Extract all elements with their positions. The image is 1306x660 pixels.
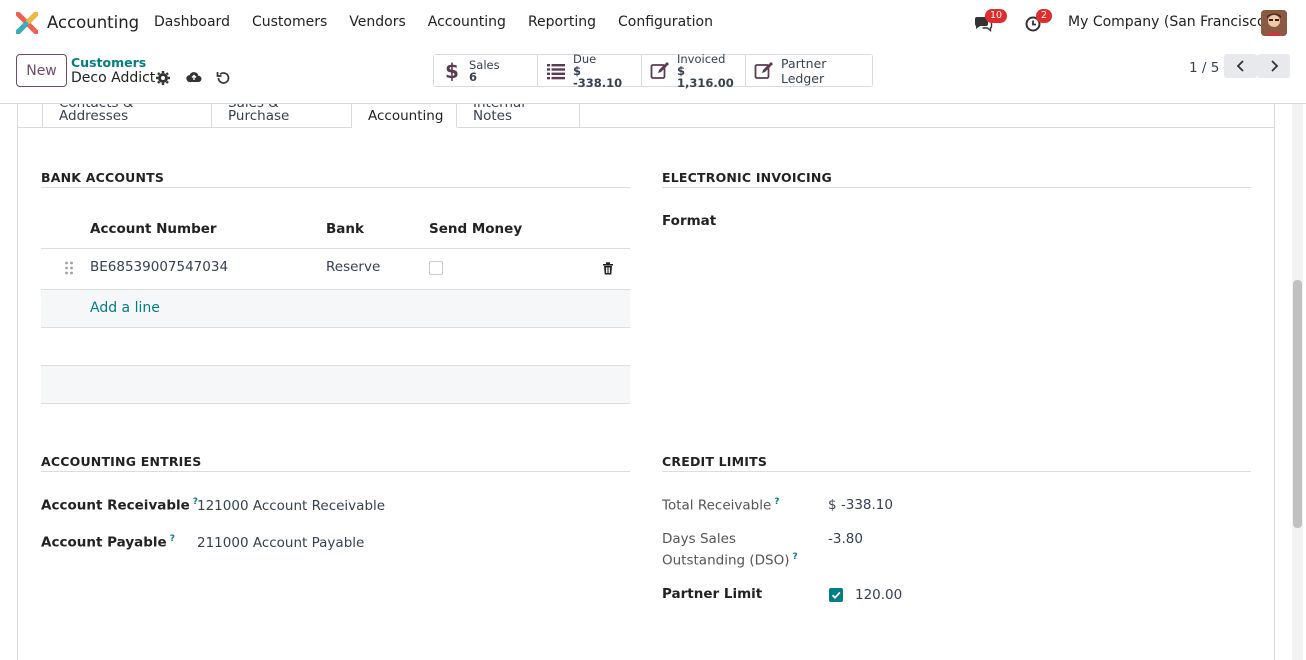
table-row-line [41,403,630,404]
electronic-invoicing-title: ELECTRONIC INVOICING [662,170,833,185]
table-row-line [41,327,630,328]
invoiced-label: Invoiced [677,51,726,66]
chevron-left-icon [1236,60,1244,72]
total-receivable-label: Total Receivable? [662,497,780,514]
form-sheet: Contacts & Addresses Sales & Purchase Ac… [17,104,1275,660]
bank-accounts-title: BANK ACCOUNTS [41,170,165,185]
credit-limits-rule [662,471,1251,472]
due-amount: $ -338.10 [573,63,623,90]
tab-sales-purchase[interactable]: Sales & Purchase [212,104,352,128]
control-panel: New Customers Deco Addict $ Sales 6 Due … [0,46,1306,104]
discard-undo-icon[interactable] [215,70,231,86]
total-receivable-label-text: Total Receivable [662,497,772,514]
list-icon [547,63,565,79]
activities-button[interactable]: 2 [1024,9,1053,33]
trash-icon[interactable] [602,262,614,275]
tab-accounting-label: Accounting [368,108,444,124]
tab-sales-label: Sales & Purchase [228,104,290,124]
gear-icon[interactable] [155,70,171,86]
checkmark-icon [831,591,841,599]
total-receivable-value: $ -338.10 [828,497,893,513]
partner-limit-checkbox[interactable] [829,588,843,602]
tab-contacts-addresses[interactable]: Contacts & Addresses [42,104,212,128]
tab-internal-notes[interactable]: Internal Notes [457,104,580,128]
company-switcher[interactable]: My Company (San Francisco) [1068,14,1271,30]
invoiced-smart-button[interactable]: Invoiced $ 1,316.00 [642,51,746,90]
tab-contacts-label: Contacts & Addresses [59,104,133,124]
user-avatar[interactable] [1261,10,1287,36]
format-label: Format [662,213,717,229]
svg-text:$: $ [445,61,459,81]
menu-configuration[interactable]: Configuration [618,14,713,30]
sales-count: 6 [469,69,478,84]
bank-account-number[interactable]: BE68539007547034 [90,259,228,275]
col-bank[interactable]: Bank [326,221,364,237]
edit-icon [650,61,669,79]
menu-vendors[interactable]: Vendors [349,14,405,30]
activities-badge: 2 [1036,9,1053,23]
bank-accounts-rule [41,187,630,188]
chevron-right-icon [1270,60,1278,72]
help-tooltip-icon[interactable]: ? [793,552,798,562]
help-tooltip-icon[interactable]: ? [170,534,175,544]
dso-label-text: Outstanding (DSO) [662,552,790,569]
edit-icon [754,61,773,79]
menu-reporting[interactable]: Reporting [528,14,596,30]
app-name[interactable]: Accounting [47,13,139,32]
account-receivable-label-text: Account Receivable [41,497,190,514]
account-payable-label: Account Payable? [41,534,175,551]
due-smart-button[interactable]: Due $ -338.10 [538,51,642,90]
partner-limit-value[interactable]: 120.00 [855,587,902,603]
pager-previous-button[interactable] [1224,54,1257,78]
menu-accounting[interactable]: Accounting [428,14,506,30]
notebook-tabs: Contacts & Addresses Sales & Purchase Ac… [42,104,580,128]
top-navbar: Accounting Dashboard Customers Vendors A… [0,0,1306,46]
drag-handle-icon[interactable] [64,261,74,275]
dso-label: Days Sales [662,531,736,547]
account-payable-label-text: Account Payable [41,534,167,551]
cloud-upload-icon[interactable] [186,69,202,85]
dollar-icon: $ [445,61,459,81]
pager-counter[interactable]: 1 / 5 [1189,60,1219,76]
account-receivable-field[interactable]: 121000 Account Receivable [197,498,385,514]
breadcrumb-customers[interactable]: Customers [71,55,146,70]
add-a-line-link[interactable]: Add a line [90,300,160,316]
smart-buttons: $ Sales 6 Due $ -338.10 Invoiced $ 1,316… [433,51,873,90]
user-avatar-image [1261,10,1287,36]
help-tooltip-icon[interactable]: ? [774,497,779,507]
col-account-number[interactable]: Account Number [90,221,217,237]
account-receivable-label: Account Receivable? [41,497,198,514]
account-payable-field[interactable]: 211000 Account Payable [197,535,364,551]
table-header-line [41,248,630,249]
new-button[interactable]: New [16,54,67,87]
bank-name[interactable]: Reserve [326,259,380,275]
sales-label: Sales [469,57,500,72]
menu-dashboard[interactable]: Dashboard [154,14,230,30]
messages-badge: 10 [985,9,1008,23]
accounting-entries-rule [41,471,630,472]
tab-notes-label: Internal Notes [473,104,525,124]
credit-limits-title: CREDIT LIMITS [662,454,768,469]
dso-label-line-2: Outstanding (DSO)? [662,552,798,569]
pager-next-button[interactable] [1257,54,1290,78]
partner-ledger-label: Partner Ledger [781,55,827,86]
scrollbar-thumb[interactable] [1293,280,1302,528]
menu-customers[interactable]: Customers [252,14,327,30]
due-label: Due [573,51,597,66]
electronic-invoicing-rule [662,187,1251,188]
accounting-app-icon[interactable] [16,12,38,34]
accounting-entries-title: ACCOUNTING ENTRIES [41,454,202,469]
empty-row [41,366,630,403]
send-money-checkbox[interactable] [429,261,443,275]
tab-accounting[interactable]: Accounting [352,104,457,128]
messages-button[interactable]: 10 [973,9,1008,33]
partner-ledger-smart-button[interactable]: Partner Ledger [746,55,872,86]
invoiced-amount: $ 1,316.00 [677,63,734,90]
main-menu: Dashboard Customers Vendors Accounting R… [154,14,735,30]
dso-value: -3.80 [828,531,863,547]
col-send-money[interactable]: Send Money [429,221,522,237]
partner-limit-label: Partner Limit [662,586,763,602]
sales-smart-button[interactable]: $ Sales 6 [434,55,538,86]
breadcrumb-current-record: Deco Addict [71,70,156,86]
